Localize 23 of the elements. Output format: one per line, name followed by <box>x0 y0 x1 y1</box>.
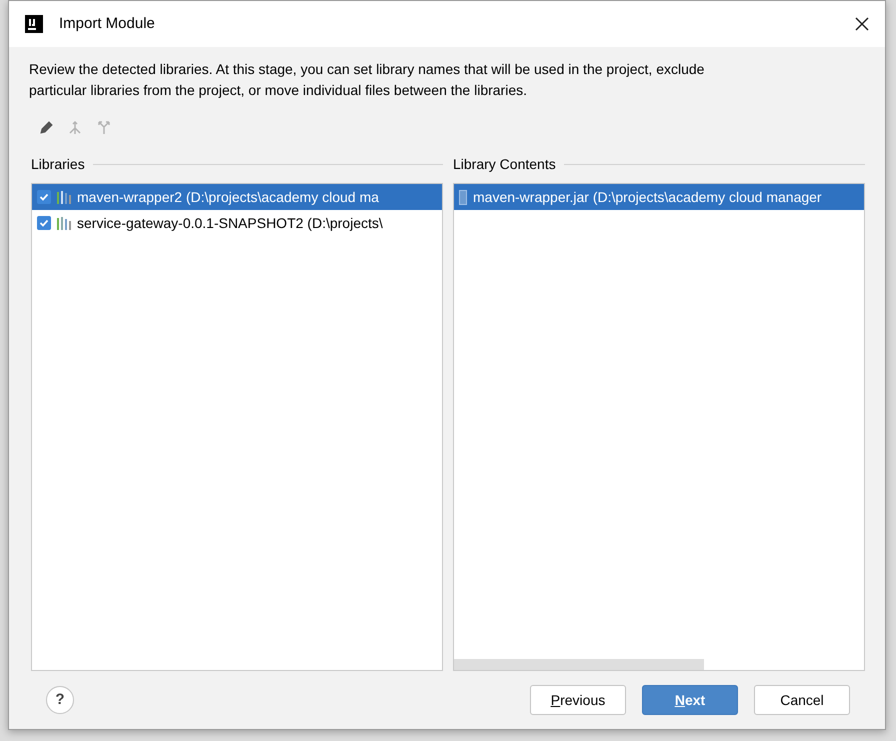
close-button[interactable] <box>853 15 871 33</box>
item-label: maven-wrapper2 (D:\projects\academy cloud ma <box>77 188 379 207</box>
list-item[interactable]: service-gateway-0.0.1-SNAPSHOT2 (D:\projects\ <box>32 210 442 236</box>
library-icon <box>57 216 71 230</box>
list-item[interactable]: maven-wrapper.jar (D:\projects\academy cloud manager <box>454 184 864 210</box>
list-item[interactable]: maven-wrapper2 (D:\projects\academy cloud ma <box>32 184 442 210</box>
checkbox[interactable] <box>37 216 51 230</box>
next-button[interactable]: Next <box>642 685 738 715</box>
scrollbar-thumb[interactable] <box>454 659 704 670</box>
dialog-button[interactable]: Previous <box>530 685 626 715</box>
help-button[interactable]: ? <box>46 686 74 714</box>
description-text: Review the detected libraries. At this stage, you can set library names that will be used in the project, exclude particular libraries from the project, or move individual files between the libraries. <box>28 60 706 100</box>
dialog-button[interactable]: Cancel <box>754 685 850 715</box>
item-label: service-gateway-0.0.1-SNAPSHOT2 (D:\projects\ <box>77 214 383 233</box>
file-icon <box>459 190 467 204</box>
library-icon <box>57 190 71 204</box>
window-title: Import Module <box>59 14 156 34</box>
item-label: maven-wrapper.jar (D:\projects\academy cloud manager <box>473 188 822 207</box>
section-title: Library Contents <box>453 151 865 177</box>
app-logo-icon <box>25 15 43 33</box>
checkbox[interactable] <box>37 190 51 204</box>
section-title: Libraries <box>31 151 443 177</box>
edit-icon[interactable] <box>39 120 54 134</box>
